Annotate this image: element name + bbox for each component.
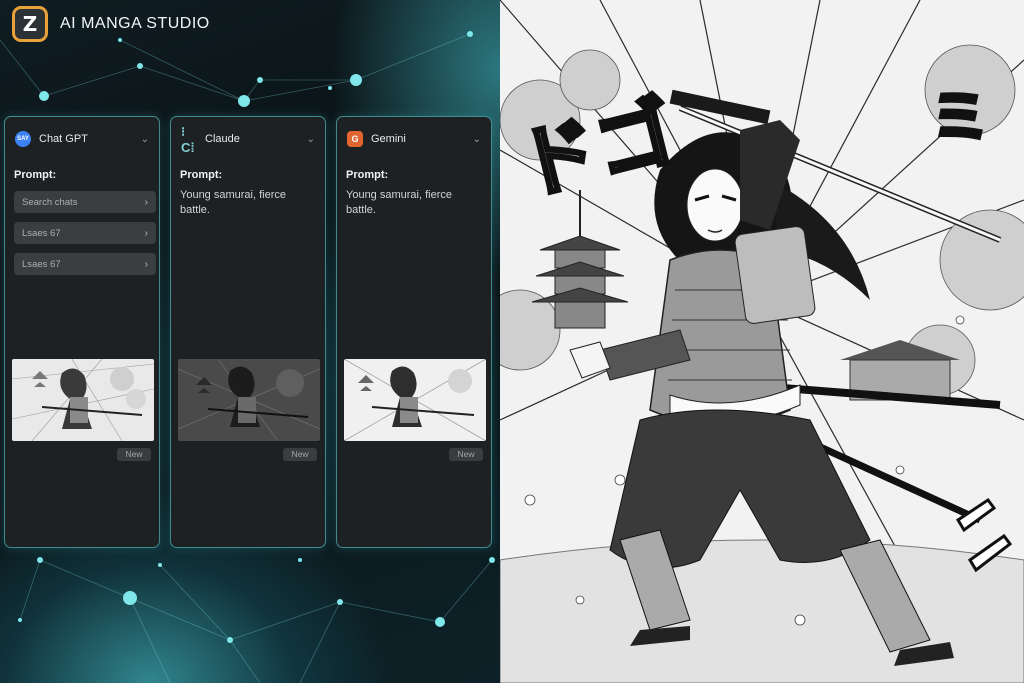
brand: Z AI MANGA STUDIO	[12, 4, 210, 44]
app-title: AI MANGA STUDIO	[60, 15, 210, 32]
new-badge[interactable]: New	[117, 448, 151, 461]
chevron-down-icon[interactable]: ⌄	[473, 134, 481, 145]
prompt-label: Prompt:	[180, 169, 223, 181]
left-panel: Z AI MANGA STUDIO SAY Chat GPT ⌄ Prompt:…	[0, 0, 500, 683]
generated-image-thumbnail[interactable]	[178, 359, 320, 441]
generated-image-thumbnail[interactable]	[12, 359, 154, 441]
prompt-label: Prompt:	[346, 169, 389, 181]
gemini-card: G Gemini ⌄ Prompt: Young samurai, fierce…	[336, 116, 492, 548]
model-selector-chatgpt[interactable]: SAY Chat GPT ⌄	[15, 129, 149, 149]
chatgpt-icon: SAY	[15, 131, 31, 147]
chevron-down-icon[interactable]: ⌄	[307, 134, 315, 145]
claude-card: ⁝C⁞ Claude ⌄ Prompt: Young samurai, fier…	[170, 116, 326, 548]
manga-artwork-panel: ドゴ ミ	[500, 0, 1024, 683]
chevron-right-icon: ›	[144, 227, 148, 239]
prompt-text: Young samurai, fierce battle.	[180, 189, 286, 216]
chevron-right-icon: ›	[144, 196, 148, 208]
chevron-right-icon: ›	[144, 258, 148, 270]
new-badge[interactable]: New	[283, 448, 317, 461]
prompt-label: Prompt:	[14, 169, 57, 181]
samurai-manga-illustration: ドゴ ミ	[500, 0, 1024, 683]
model-selector-gemini[interactable]: G Gemini ⌄	[347, 129, 481, 149]
chevron-down-icon[interactable]: ⌄	[141, 134, 149, 145]
chat-list-item[interactable]: Lsaes 67 ›	[14, 253, 156, 275]
chat-list-item[interactable]: Lsaes 67 ›	[14, 222, 156, 244]
model-name: Chat GPT	[39, 133, 88, 145]
sfx-right: ミ	[924, 79, 995, 158]
gemini-icon: G	[347, 131, 363, 147]
chatgpt-card: SAY Chat GPT ⌄ Prompt: Search chats › Lsa…	[4, 116, 160, 548]
claude-icon: ⁝C⁞	[181, 123, 195, 155]
z-logo-icon: Z	[12, 6, 48, 42]
new-badge[interactable]: New	[449, 448, 483, 461]
model-name: Gemini	[371, 133, 406, 145]
search-chats-item[interactable]: Search chats ›	[14, 191, 156, 213]
prompt-text: Young samurai, fierce battle.	[346, 189, 452, 216]
model-name: Claude	[205, 133, 240, 145]
generated-image-thumbnail[interactable]	[344, 359, 486, 441]
model-selector-claude[interactable]: ⁝C⁞ Claude ⌄	[181, 123, 315, 155]
